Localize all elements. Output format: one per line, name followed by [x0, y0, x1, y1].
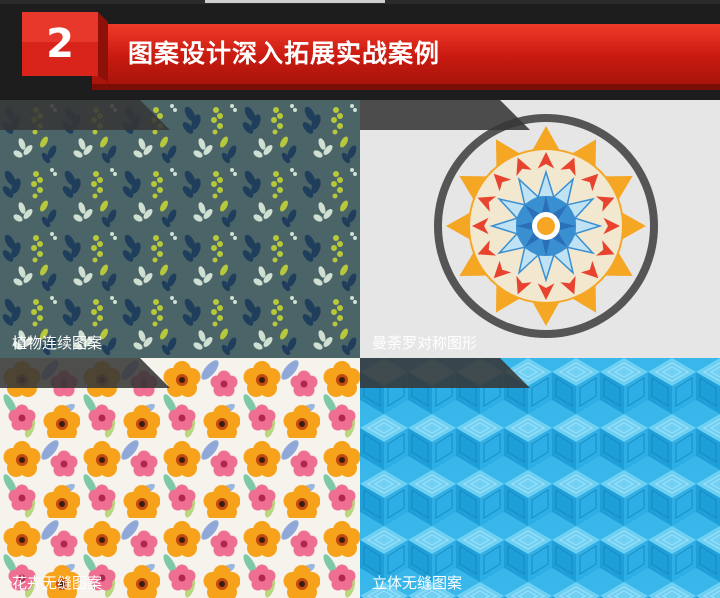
tile-geometric-pattern: 立体无缝图案: [360, 358, 720, 598]
tile-botanical-pattern: 植物连续图案: [0, 100, 360, 358]
floral-pattern-image: [0, 358, 360, 598]
geometric-pattern-image: [360, 358, 720, 598]
tile-caption: 植物连续图案: [12, 334, 103, 352]
section-number-badge: 2: [22, 12, 108, 82]
mandala-image: [434, 114, 658, 338]
section-banner: 2 图案设计深入拓展实战案例: [0, 0, 720, 100]
section-number: 2: [46, 21, 74, 67]
tile-caption: 花卉无缝图案: [12, 574, 103, 592]
section-title: 图案设计深入拓展实战案例: [128, 39, 441, 68]
slide: 2 图案设计深入拓展实战案例 植物连续图案 曼荼罗对称图形 花卉无缝图案 立体无…: [0, 0, 720, 598]
tile-caption: 曼荼罗对称图形: [372, 334, 478, 352]
botanical-pattern-image: [0, 100, 360, 358]
tile-caption: 立体无缝图案: [372, 574, 463, 592]
tile-floral-pattern: 花卉无缝图案: [0, 358, 360, 598]
tile-mandala: 曼荼罗对称图形: [360, 100, 720, 358]
